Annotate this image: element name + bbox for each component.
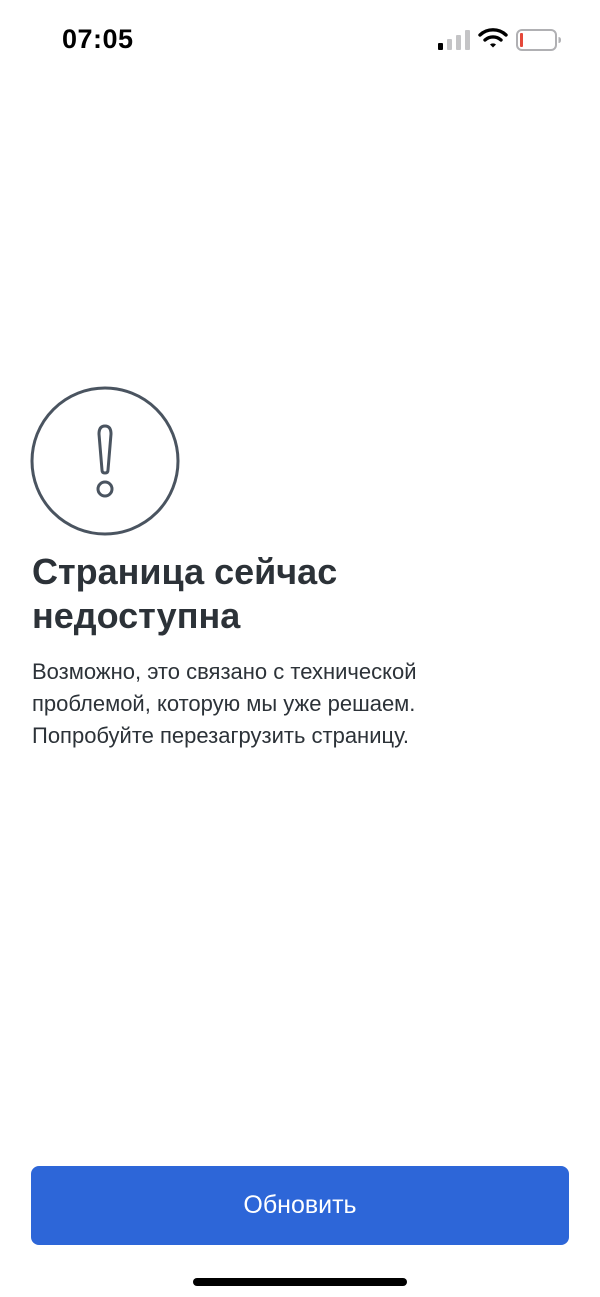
home-indicator[interactable]: [193, 1278, 407, 1286]
exclamation-circle-icon: [30, 386, 180, 536]
status-time: 07:05: [62, 24, 134, 54]
wifi-icon: [478, 28, 508, 48]
error-description: Возможно, это связано с технической проб…: [32, 659, 417, 748]
page-title: Страница сейчас недоступна: [32, 551, 338, 636]
cellular-signal-icon: [438, 30, 470, 50]
battery-low-icon: [516, 29, 561, 51]
refresh-button[interactable]: Обновить: [31, 1166, 569, 1245]
status-bar: 07:05: [0, 0, 600, 80]
